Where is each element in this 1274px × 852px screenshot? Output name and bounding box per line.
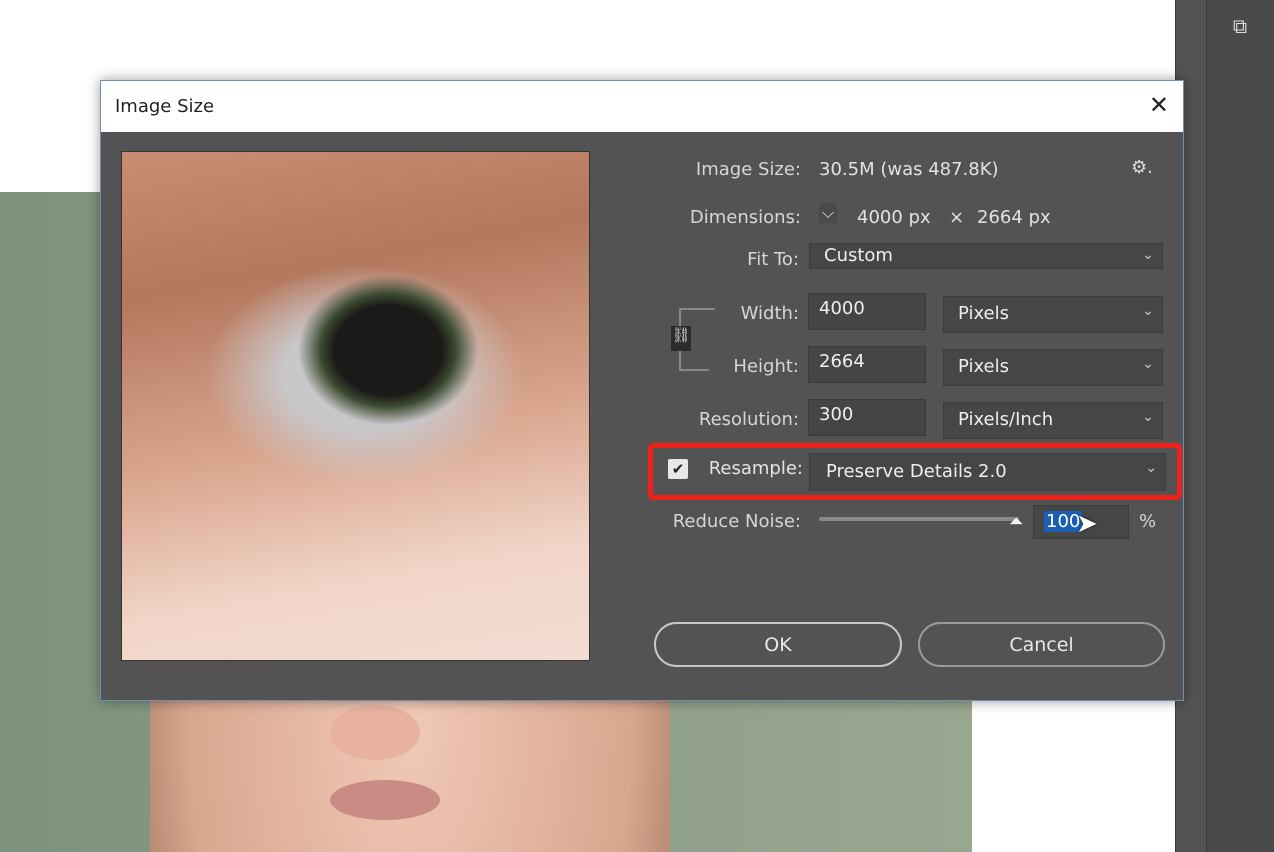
height-label: Height: [733, 356, 799, 377]
height-unit-select[interactable]: Pixels ⌄ [943, 349, 1163, 386]
cancel-button[interactable]: Cancel [918, 622, 1165, 667]
dimensions-chevron-icon[interactable]: ⌵ [819, 203, 838, 223]
resolution-input[interactable]: 300 [808, 399, 926, 436]
resample-label: Resample: [708, 458, 803, 479]
close-icon[interactable]: ✕ [1149, 91, 1169, 119]
dimensions-width: 4000 px [857, 207, 931, 228]
resolution-unit-value: Pixels/Inch [958, 409, 1054, 430]
chevron-down-icon: ⌄ [1142, 356, 1154, 372]
chevron-down-icon: ⌄ [1145, 460, 1157, 476]
gear-icon[interactable]: ⚙. [1131, 157, 1153, 178]
dimensions-separator: × [949, 207, 965, 228]
width-unit-value: Pixels [958, 303, 1010, 324]
resolution-unit-select[interactable]: Pixels/Inch ⌄ [943, 402, 1163, 439]
chevron-down-icon: ⌄ [1142, 409, 1154, 425]
height-input[interactable]: 2664 [808, 346, 926, 383]
photo-lips [330, 780, 440, 820]
libraries-icon[interactable]: ⧉ [1226, 14, 1254, 46]
photo-nose [330, 705, 420, 760]
right-panel [1175, 0, 1274, 852]
resample-value: Preserve Details 2.0 [826, 461, 1007, 482]
reduce-noise-label: Reduce Noise: [672, 511, 801, 532]
slider-thumb[interactable]: ⏶ [1009, 511, 1023, 532]
image-size-label: Image Size: [695, 159, 801, 180]
width-unit-select[interactable]: Pixels ⌄ [943, 296, 1163, 333]
title-bar: Image Size ✕ [101, 81, 1183, 132]
resample-select[interactable]: Preserve Details 2.0 ⌄ [809, 453, 1166, 491]
chevron-down-icon: ⌄ [1142, 247, 1154, 263]
percent-unit: % [1139, 511, 1157, 532]
fit-to-select[interactable]: Custom ⌄ [809, 243, 1163, 269]
fit-to-label: Fit To: [747, 249, 799, 270]
dimensions-height: 2664 px [977, 207, 1051, 228]
width-label: Width: [740, 303, 799, 324]
resolution-label: Resolution: [698, 409, 799, 430]
ok-button[interactable]: OK [654, 622, 902, 667]
constrain-proportions-link-icon[interactable]: ⛓ [671, 326, 691, 351]
dimensions-label: Dimensions: [689, 207, 801, 228]
reduce-noise-slider[interactable] [819, 517, 1019, 521]
image-size-dialog: Image Size ✕ Image Size: 30.5M (was 487.… [100, 80, 1184, 701]
image-preview[interactable] [121, 151, 590, 661]
fit-to-value: Custom [824, 245, 893, 266]
dialog-title: Image Size [115, 96, 215, 117]
chevron-down-icon: ⌄ [1142, 303, 1154, 319]
resample-checkbox[interactable]: ✔ [668, 459, 688, 479]
mouse-cursor-icon: ➤ [1076, 509, 1098, 539]
image-size-value: 30.5M (was 487.8K) [819, 159, 999, 180]
width-input[interactable]: 4000 [808, 293, 926, 330]
height-unit-value: Pixels [958, 356, 1010, 377]
